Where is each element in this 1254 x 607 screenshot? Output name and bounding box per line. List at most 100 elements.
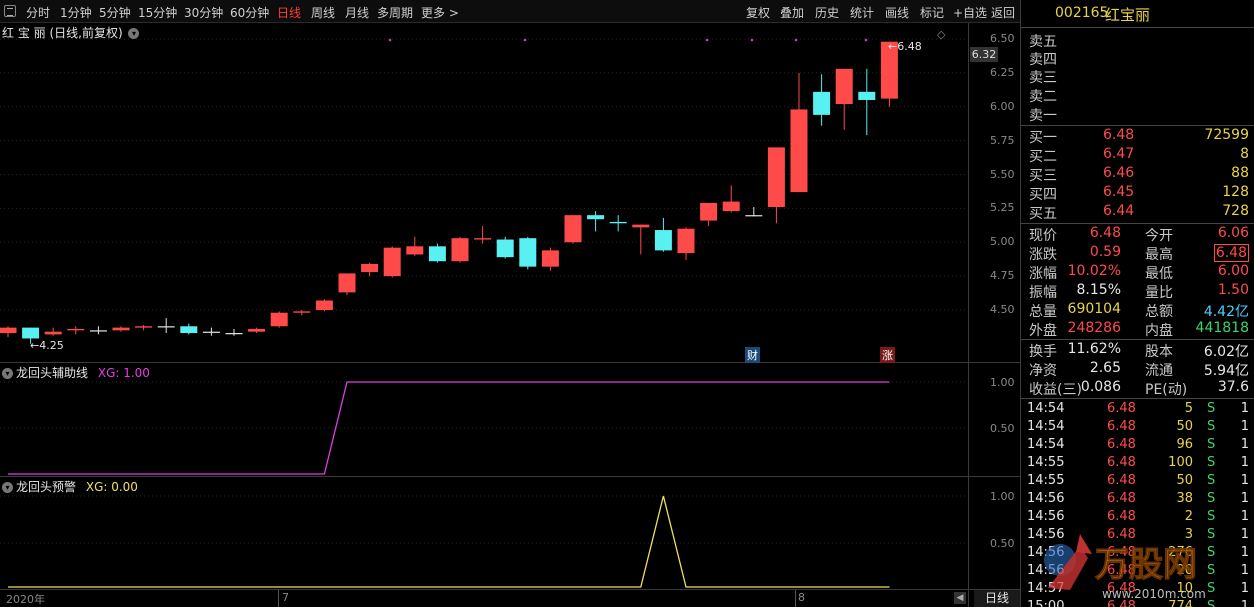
tick-row[interactable]: 14:56 6.48 38 S 1 [1021, 491, 1254, 509]
tab-60min[interactable]: 60分钟 [230, 4, 269, 21]
main-ytick: 5.00 [990, 235, 1015, 249]
tick-row[interactable]: 14:54 6.48 50 S 1 [1021, 419, 1254, 437]
kline-chart[interactable] [0, 23, 1020, 607]
candle-body [858, 91, 876, 100]
tick-row[interactable]: 14:54 6.48 5 S 1 [1021, 401, 1254, 419]
tick-row[interactable]: 14:56 6.48 2 S 1 [1021, 509, 1254, 527]
finance-label: 股本 [1145, 344, 1173, 360]
more-menu[interactable]: 更多 > [421, 4, 459, 21]
low-price-label: ←4.25 [30, 339, 64, 352]
finance-row: 净资 2.65 流通 5.94亿 [1021, 360, 1254, 379]
tab-5min[interactable]: 5分钟 [99, 4, 131, 21]
finance-value: 11.62% [1067, 341, 1121, 357]
chevron-down-icon[interactable]: ▾ [128, 28, 140, 39]
tick-row[interactable]: 14:54 6.48 96 S 1 [1021, 437, 1254, 455]
tick-row[interactable]: 14:55 6.48 100 S 1 [1021, 455, 1254, 473]
overlay-button[interactable]: 叠加 [780, 4, 804, 21]
tab-daily[interactable]: 日线 [277, 4, 301, 21]
buy-row-5[interactable]: 买五 6.44 728 [1021, 203, 1254, 222]
limit-up-badge[interactable]: 涨 [880, 347, 895, 363]
diamond-icon[interactable]: ◇ [937, 28, 945, 41]
event-dot [523, 38, 527, 42]
candle-body [496, 239, 514, 258]
buy-level-label: 买三 [1029, 168, 1057, 184]
quote-row: 涨跌 0.59 最高 6.48 [1021, 244, 1254, 263]
quote-label: 最低 [1145, 266, 1173, 282]
pane-separator[interactable] [0, 476, 1020, 477]
tab-1min[interactable]: 1分钟 [60, 4, 92, 21]
tick-row[interactable]: 14:55 6.48 50 S 1 [1021, 473, 1254, 491]
tab-monthly[interactable]: 月线 [345, 4, 369, 21]
candle-body [654, 230, 672, 251]
buy-volume: 128 [1222, 184, 1249, 200]
candle-body [767, 147, 785, 208]
tab-30min[interactable]: 30分钟 [184, 4, 223, 21]
candlestick-series [0, 41, 898, 344]
candle-body [89, 330, 107, 332]
pane-separator[interactable] [0, 362, 1020, 363]
chevron-down-icon[interactable]: ▾ [2, 482, 13, 493]
candle-body [225, 333, 243, 335]
scroll-left-icon[interactable]: ◀ [954, 592, 966, 604]
quote-value: 441818 [1195, 320, 1249, 336]
tab-multi-period[interactable]: 多周期 [377, 4, 413, 21]
tick-volume: 5 [1184, 401, 1193, 416]
finance-value: 5.94亿 [1203, 363, 1249, 379]
fuquan-button[interactable]: 复权 [746, 4, 770, 21]
sell-row-5[interactable]: 卖五 [1021, 31, 1254, 50]
tab-15min[interactable]: 15分钟 [138, 4, 177, 21]
tick-time: 14:54 [1027, 401, 1065, 416]
add-watchlist-button[interactable]: +自选 [953, 4, 987, 21]
draw-button[interactable]: 画线 [885, 4, 909, 21]
buy-price: 6.44 [1103, 203, 1135, 219]
candle-body [745, 215, 763, 217]
event-dot [750, 38, 754, 42]
quote-value: 4.42亿 [1203, 304, 1249, 320]
indicator1-name: 龙回头辅助线 [16, 366, 89, 380]
candle-body [157, 326, 175, 328]
buy-row-4[interactable]: 买四 6.45 128 [1021, 184, 1254, 203]
tab-weekly[interactable]: 周线 [311, 4, 335, 21]
candle-body [44, 331, 62, 335]
quote-row: 振幅 8.15% 量比 1.50 [1021, 282, 1254, 301]
buy-row-3[interactable]: 买三 6.46 88 [1021, 165, 1254, 184]
event-dot [705, 38, 709, 42]
buy-row-1[interactable]: 买一 6.48 72599 [1021, 127, 1254, 146]
tick-price: 6.48 [1107, 473, 1136, 488]
quote-value: 0.59 [1089, 244, 1121, 260]
main-chart-title-text: 红 宝 丽 (日线,前复权) [2, 26, 123, 40]
tick-direction: S [1207, 491, 1216, 506]
finance-row: 换手 11.62% 股本 6.02亿 [1021, 341, 1254, 360]
stock-name: 红宝丽 [1105, 6, 1151, 24]
sell-row-3[interactable]: 卖三 [1021, 67, 1254, 86]
chevron-down-icon[interactable]: ▾ [2, 368, 13, 379]
mark-button[interactable]: 标记 [920, 4, 944, 21]
period-selector[interactable]: 日线 [974, 590, 1020, 607]
main-chart-title: 红 宝 丽 (日线,前复权) ▾ [2, 24, 142, 41]
x-axis-label: 7 [282, 591, 289, 604]
sell-row-1[interactable]: 卖一 [1021, 105, 1254, 124]
history-button[interactable]: 历史 [815, 4, 839, 21]
indicator2-ytick: 1.00 [990, 490, 1015, 503]
tick-price: 6.48 [1107, 437, 1136, 452]
menu-icon[interactable] [4, 5, 16, 17]
stats-button[interactable]: 统计 [850, 4, 874, 21]
period-toolbar: 分时 1分钟 5分钟 15分钟 30分钟 60分钟 日线 周线 月线 多周期 更… [0, 0, 1020, 23]
candle-body [315, 300, 333, 310]
candle-body [67, 328, 85, 331]
quote-value: 6.48 [1213, 244, 1249, 262]
current-price-tag: 6.32 [970, 47, 998, 62]
sell-row-2[interactable]: 卖二 [1021, 86, 1254, 105]
candle-body [406, 246, 424, 255]
tab-fenshi[interactable]: 分时 [26, 4, 50, 21]
buy-row-2[interactable]: 买二 6.47 8 [1021, 146, 1254, 165]
sell-row-4[interactable]: 卖四 [1021, 49, 1254, 68]
candle-body [541, 250, 559, 267]
sell-level-label: 卖四 [1029, 52, 1057, 68]
back-button[interactable]: 返回 [991, 4, 1015, 21]
tick-direction: S [1207, 401, 1216, 416]
quote-label: 今开 [1145, 228, 1173, 244]
finance-report-badge[interactable]: 财 [745, 347, 760, 363]
high-price-value: 6.48 [897, 40, 922, 53]
quote-label: 涨幅 [1029, 266, 1057, 282]
